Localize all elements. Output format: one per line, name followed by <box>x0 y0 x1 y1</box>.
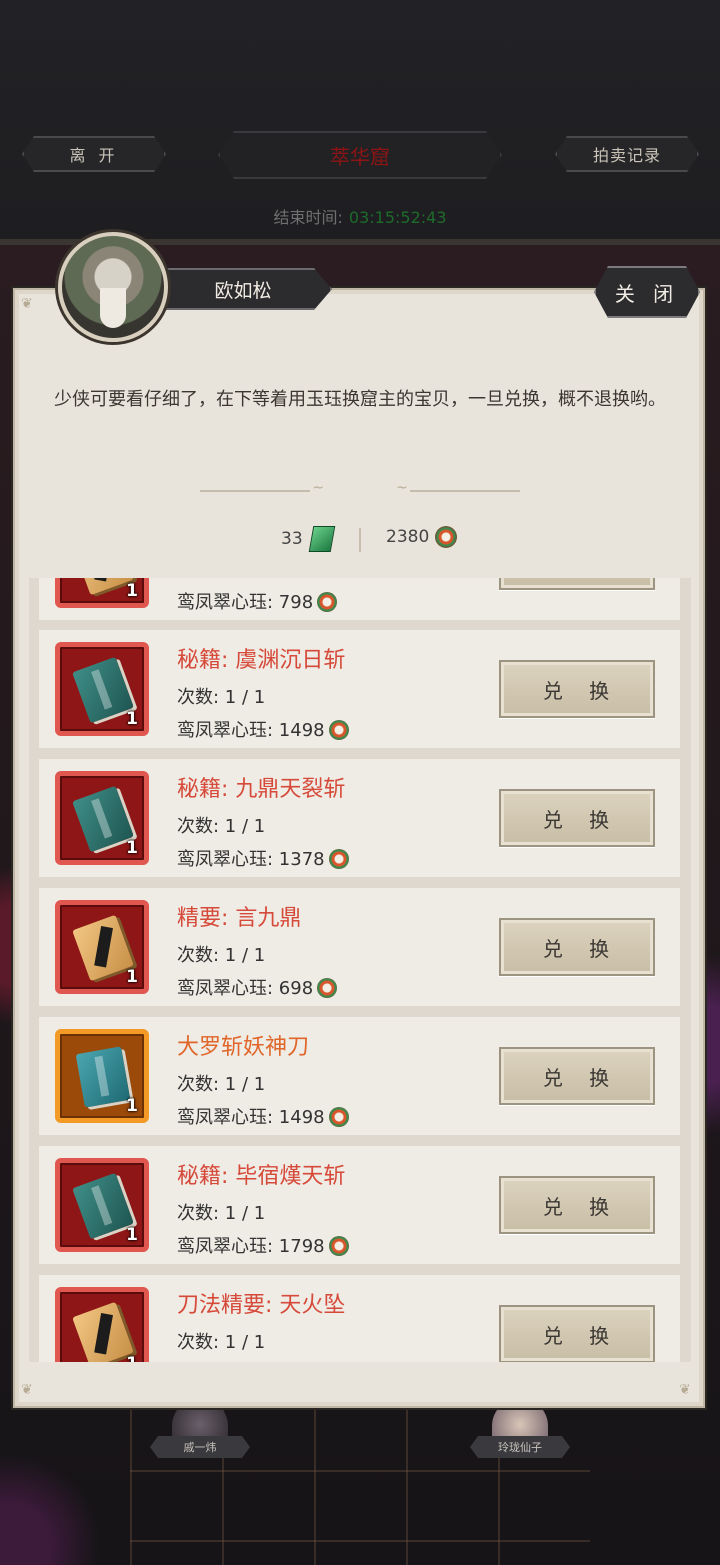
jade-coin-icon <box>328 720 349 740</box>
end-time: 结束时间: 03:15:52:43 <box>0 204 720 228</box>
redeem-button[interactable]: 兑 换 <box>499 1305 655 1362</box>
item-count: 次数: 1 / 1 <box>177 945 266 966</box>
jade-coin-icon <box>435 526 458 548</box>
item-icon[interactable]: 1 <box>55 900 149 994</box>
jade-coin-icon <box>328 1236 349 1256</box>
item-quantity: 1 <box>126 838 138 858</box>
book-icon <box>72 1172 134 1240</box>
item-count: 次数: 1 / 1 <box>177 1074 266 1095</box>
item-price: 鸾凤翠心珏: 698 <box>177 974 338 1000</box>
player-name: 戚一炜 <box>150 1436 250 1458</box>
book-icon <box>72 785 134 853</box>
page-title: 萃华窟 <box>218 131 502 179</box>
jade-currency: 33 <box>281 526 335 552</box>
coin-currency: 2380 <box>386 526 458 548</box>
book-icon <box>72 656 134 724</box>
book-icon <box>72 578 134 596</box>
item-count: 次数: 1 / 1 <box>177 687 266 708</box>
item-quantity: 1 <box>126 967 138 987</box>
item-count: 次数: 1 / 1 <box>177 816 266 837</box>
item-price: 鸾凤翠心珏: 798 <box>177 588 338 614</box>
item-name: 秘籍: 虞渊沉日斩 <box>177 648 346 673</box>
jade-coin-icon <box>317 592 338 612</box>
redeem-button[interactable]: 兑 换 <box>499 918 655 976</box>
list-item: 1 精要: 言九鼎 次数: 1 / 1 鸾凤翠心珏: 698 兑 换 <box>39 888 680 1006</box>
item-icon[interactable]: 1 <box>55 1287 149 1362</box>
jade-coin-icon <box>328 849 349 869</box>
item-quantity: 1 <box>126 709 138 729</box>
item-price: 鸾凤翠心珏: 1498 <box>177 1103 349 1129</box>
item-name: 秘籍: 九鼎天裂斩 <box>177 777 346 802</box>
list-item: 1 秘籍: 虞渊沉日斩 次数: 1 / 1 鸾凤翠心珏: 1498 兑 换 <box>39 630 680 748</box>
redeem-button[interactable]: 兑 换 <box>499 660 655 718</box>
exchange-list[interactable]: 1 鸾凤翠心珏: 798 兑 换 1 秘籍: 虞渊沉日斩 次数: 1 / 1 鸾… <box>29 578 691 1362</box>
item-quantity: 1 <box>126 1096 138 1116</box>
jade-icon <box>308 526 335 552</box>
item-icon[interactable]: 1 <box>55 771 149 865</box>
jade-coin-icon <box>317 978 338 998</box>
item-quantity: 1 <box>126 1354 138 1362</box>
end-time-label: 结束时间: <box>273 208 343 227</box>
list-item: 1 秘籍: 九鼎天裂斩 次数: 1 / 1 鸾凤翠心珏: 1378 兑 换 <box>39 759 680 877</box>
auction-record-button[interactable]: 拍卖记录 <box>555 136 699 172</box>
list-item: 1 大罗斩妖神刀 次数: 1 / 1 鸾凤翠心珏: 1498 兑 换 <box>39 1017 680 1135</box>
item-name: 大罗斩妖神刀 <box>177 1035 310 1060</box>
npc-name: 欧如松 <box>140 268 332 310</box>
close-button[interactable]: 关 闭 <box>594 266 700 318</box>
leave-button[interactable]: 离 开 <box>22 136 166 172</box>
item-quantity: 1 <box>126 581 138 601</box>
npc-dialog-text: 少侠可要看仔细了，在下等着用玉珏换窟主的宝贝，一旦兑换，概不退换哟。 <box>54 389 666 410</box>
redeem-button[interactable]: 兑 换 <box>499 1047 655 1105</box>
corner-ornament-icon: ❦ <box>21 296 33 312</box>
item-count: 次数: 1 / 1 <box>177 1203 266 1224</box>
item-icon[interactable]: 1 <box>55 1029 149 1123</box>
item-name: 刀法精要: 天火坠 <box>177 1293 346 1318</box>
item-price: 鸾凤翠心珏: 1498 <box>177 716 349 742</box>
jade-amount: 33 <box>281 529 303 549</box>
redeem-button[interactable]: 兑 换 <box>499 789 655 847</box>
player-name: 玲珑仙子 <box>470 1436 570 1458</box>
redeem-button[interactable]: 兑 换 <box>499 1176 655 1234</box>
currency-separator <box>359 528 361 552</box>
book-icon <box>72 914 134 982</box>
divider <box>396 480 520 496</box>
item-icon[interactable]: 1 <box>55 1158 149 1252</box>
list-item: 1 秘籍: 毕宿熯天斩 次数: 1 / 1 鸾凤翠心珏: 1798 兑 换 <box>39 1146 680 1264</box>
item-icon[interactable]: 1 <box>55 578 149 608</box>
item-price: 鸾凤翠心珏: 1378 <box>177 845 349 871</box>
corner-ornament-icon: ❦ <box>679 1382 691 1398</box>
list-item: 1 鸾凤翠心珏: 798 兑 换 <box>39 578 680 620</box>
item-name: 精要: 言九鼎 <box>177 906 302 931</box>
item-count: 次数: 1 / 1 <box>177 1332 266 1353</box>
item-name: 秘籍: 毕宿熯天斩 <box>177 1164 346 1189</box>
end-time-value: 03:15:52:43 <box>348 208 447 227</box>
npc-beard <box>100 288 126 328</box>
coin-amount: 2380 <box>386 527 430 547</box>
divider <box>200 480 324 496</box>
list-item: 1 刀法精要: 天火坠 次数: 1 / 1 兑 换 <box>39 1275 680 1362</box>
item-icon[interactable]: 1 <box>55 642 149 736</box>
book-icon <box>72 1301 134 1362</box>
item-price: 鸾凤翠心珏: 1798 <box>177 1232 349 1258</box>
book-icon <box>75 1046 131 1108</box>
corner-ornament-icon: ❦ <box>21 1382 33 1398</box>
npc-portrait <box>58 232 168 342</box>
redeem-button[interactable]: 兑 换 <box>499 578 655 590</box>
jade-coin-icon <box>328 1107 349 1127</box>
item-quantity: 1 <box>126 1225 138 1245</box>
